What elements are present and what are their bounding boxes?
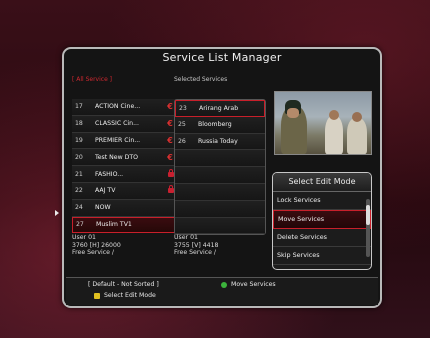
video-preview	[274, 91, 372, 155]
all-service-header: [ All Service ]	[72, 76, 113, 83]
service-row[interactable]: 19 PREMIER Cin... €	[72, 132, 176, 150]
empty-slot-row[interactable]	[175, 183, 265, 201]
delete-services-option[interactable]: Delete Services	[273, 229, 371, 247]
selected-services-header: Selected Services	[174, 76, 228, 83]
info-type: Free Service /	[174, 249, 217, 256]
empty-slot-row[interactable]	[175, 217, 265, 235]
window-title: Service List Manager	[162, 51, 282, 64]
yellow-key-label: Select Edit Mode	[104, 292, 156, 299]
service-name: FASHIO...	[95, 170, 124, 178]
service-number: 27	[76, 221, 84, 229]
green-key-hint[interactable]: Move Services	[221, 281, 276, 288]
service-number: 17	[75, 103, 83, 111]
service-name: Test New DTO	[95, 153, 139, 161]
service-number: 26	[178, 137, 186, 145]
edit-mode-title: Select Edit Mode	[273, 173, 371, 192]
empty-slot-row[interactable]	[175, 200, 265, 218]
selected-services-list: 23 Arirang Arab 25 Bloomberg 26 Russia Toda…	[174, 99, 266, 236]
service-number: 22	[75, 187, 83, 195]
service-number: 19	[75, 136, 83, 144]
lock-services-option[interactable]: Lock Services	[273, 192, 371, 210]
sort-status: [ Default - Not Sorted ]	[88, 281, 159, 288]
service-number: 25	[178, 121, 186, 129]
selected-service-row[interactable]: 26 Russia Today	[175, 133, 265, 151]
green-button-icon	[221, 281, 227, 288]
service-number: 23	[179, 104, 187, 112]
service-row[interactable]: 21 FASHIO...	[72, 166, 176, 183]
menu-scrollbar[interactable]	[366, 199, 370, 257]
yellow-button-icon	[94, 292, 100, 299]
select-edit-mode-panel: Select Edit Mode Lock Services Move Serv…	[272, 172, 372, 270]
tv-background: Service List Manager [ All Service ] Sel…	[0, 0, 430, 338]
service-name: ACTION Cine...	[95, 103, 141, 111]
selected-service-row[interactable]: 23 Arirang Arab	[175, 100, 265, 117]
service-number: 21	[75, 170, 83, 178]
scrollbar-thumb[interactable]	[366, 205, 370, 225]
service-row[interactable]: 17 ACTION Cine... €	[72, 99, 176, 116]
info-frequency: 3755 [V] 4418	[174, 241, 219, 249]
info-user: User 01	[174, 234, 198, 241]
service-row[interactable]: 24 NOW	[72, 199, 176, 217]
service-name: Russia Today	[198, 137, 238, 145]
service-name: Muslim TV1	[96, 221, 132, 229]
service-number: 20	[75, 153, 83, 161]
service-row[interactable]: 18 CLASSIC Cin... €	[72, 115, 176, 133]
empty-slot-row[interactable]	[175, 150, 265, 168]
move-services-option[interactable]: Move Services	[273, 210, 371, 229]
service-number: 24	[75, 204, 83, 212]
service-list-manager-window: Service List Manager [ All Service ] Sel…	[62, 47, 382, 308]
service-row[interactable]: 20 Test New DTO €	[72, 149, 176, 167]
service-row[interactable]: 22 AAJ TV	[72, 182, 176, 200]
empty-slot-row[interactable]	[175, 167, 265, 184]
yellow-key-hint[interactable]: Select Edit Mode	[94, 292, 156, 299]
service-name: PREMIER Cin...	[95, 136, 141, 144]
pointer-arrow-icon	[55, 210, 59, 216]
info-type: Free Service /	[72, 249, 115, 256]
service-name: Bloomberg	[198, 121, 232, 129]
selected-service-row[interactable]: 25 Bloomberg	[175, 116, 265, 134]
footer-bar: [ Default - Not Sorted ] Move Services S…	[66, 277, 378, 305]
left-service-info: User 01 3760 [H] 26000 Free Service /	[72, 234, 121, 257]
service-number: 18	[75, 120, 83, 128]
skip-services-option[interactable]: Skip Services	[273, 247, 371, 265]
info-user: User 01	[72, 234, 96, 241]
service-name: Arirang Arab	[199, 104, 239, 112]
service-name: CLASSIC Cin...	[95, 120, 139, 128]
service-name: AAJ TV	[95, 187, 116, 195]
info-frequency: 3760 [H] 26000	[72, 241, 121, 249]
right-service-info: User 01 3755 [V] 4418 Free Service /	[174, 234, 219, 257]
green-key-label: Move Services	[231, 281, 276, 288]
service-name: NOW	[95, 204, 111, 212]
all-services-list: 17 ACTION Cine... € 18 CLASSIC Cin... € 19 PR…	[72, 99, 176, 234]
service-row-selected[interactable]: 27 Muslim TV1	[72, 216, 176, 234]
